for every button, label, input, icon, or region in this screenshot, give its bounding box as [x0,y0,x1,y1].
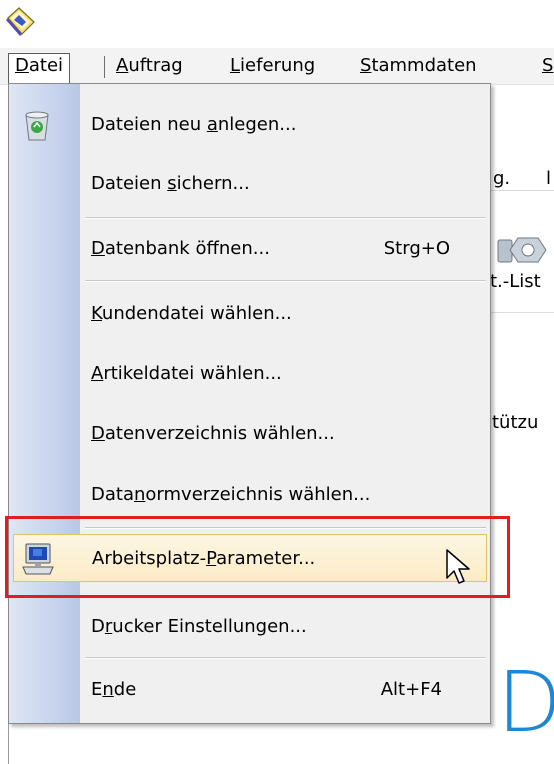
menu-stammdaten[interactable]: Stammdaten [354,53,483,79]
menu-separator [85,657,486,659]
menu-item-label: Arbeitsplatz-Parameter... [92,548,316,569]
menu-separator [85,217,486,219]
datei-dropdown-menu: Dateien neu anlegen... Dateien sichern..… [8,83,491,724]
window-edge [8,724,9,764]
menu-item-label: Kundendatei wählen... [91,303,292,324]
menu-item-label: Artikeldatei wählen... [91,363,282,384]
menu-bar: Datei Auftrag Lieferung Stammdaten S [0,48,554,85]
background-logo-letter: D [497,653,554,751]
menu-item-arbeitsplatz-parameter[interactable]: Arbeitsplatz-Parameter... [13,534,487,582]
menu-item-label: Drucker Einstellungen... [91,616,307,637]
menu-item-artikeldatei-waehlen[interactable]: Artikeldatei wählen... [9,350,490,398]
menu-item-label: Dateien sichern... [91,173,250,194]
menu-item-kundendatei-waehlen[interactable]: Kundendatei wählen... [9,290,490,338]
menu-item-dateien-sichern[interactable]: Dateien sichern... [9,160,490,208]
menu-item-label: Datenbank öffnen... [91,238,270,259]
menu-item-datanormverzeichnis-waehlen[interactable]: Datanormverzeichnis wählen... [9,471,490,519]
mouse-cursor-icon [446,549,470,584]
menu-separator [85,280,486,282]
menu-item-label: Ende [91,679,137,700]
toolbar-label-list[interactable]: t.-List [490,271,541,292]
recycle-bin-icon [25,111,49,141]
menu-item-datenverzeichnis-waehlen[interactable]: Datenverzeichnis wählen... [9,410,490,458]
menu-separator [104,56,105,78]
menu-item-label: Datenverzeichnis wählen... [91,423,335,444]
menu-auftrag[interactable]: Auftrag [110,53,189,79]
menu-separator [85,527,486,529]
menu-item-datenbank-oeffnen[interactable]: Datenbank öffnen... Strg+O [9,225,490,273]
menu-item-drucker-einstellungen[interactable]: Drucker Einstellungen... [9,603,490,651]
computer-icon [22,543,54,575]
menu-item-ende[interactable]: Ende Alt+F4 [9,666,490,714]
nut-bolt-icon[interactable] [490,228,554,268]
app-icon [6,7,35,36]
menu-item-shortcut: Alt+F4 [380,679,442,700]
toolbar-text-fragment: g. [493,168,511,189]
toolbar-divider [491,190,554,191]
menu-item-dateien-neu-anlegen[interactable]: Dateien neu anlegen... [9,101,490,149]
menu-item-label: Datanormverzeichnis wählen... [91,484,371,505]
toolbar-bottom-divider [491,312,554,313]
toolbar-text-fragment-2: l [546,168,552,189]
menu-datei[interactable]: Datei [8,53,71,84]
menu-item-shortcut: Strg+O [383,238,450,259]
content-text-fragment: tützu [492,412,539,433]
menu-more[interactable]: S [536,53,554,79]
menu-lieferung[interactable]: Lieferung [224,53,321,79]
menu-item-label: Dateien neu anlegen... [91,114,297,135]
